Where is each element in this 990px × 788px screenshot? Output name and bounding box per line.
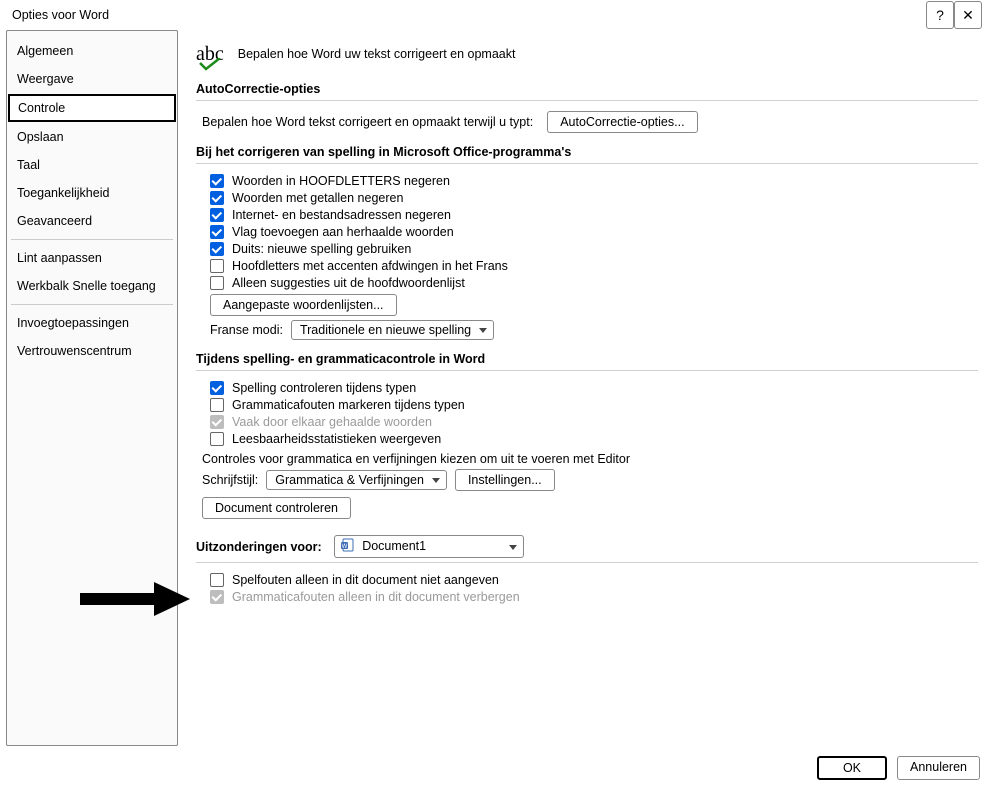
label-french-caps: Hoofdletters met accenten afdwingen in h… [232, 259, 508, 273]
checkbox-french-caps[interactable] [210, 259, 224, 273]
exceptions-document-select[interactable]: W Document1 [334, 535, 524, 558]
sidebar-item-algemeen[interactable]: Algemeen [7, 37, 177, 65]
label-internet: Internet- en bestandsadressen negeren [232, 208, 451, 222]
label-main-dict: Alleen suggesties uit de hoofdwoordenlij… [232, 276, 465, 290]
label-numbers: Woorden met getallen negeren [232, 191, 403, 205]
dialog-footer: OK Annuleren [817, 756, 980, 780]
checkbox-numbers[interactable] [210, 191, 224, 205]
section-autocorrect-title: AutoCorrectie-opties [196, 82, 978, 96]
label-hide-spelling: Spelfouten alleen in dit document niet a… [232, 573, 499, 587]
checkbox-readability[interactable] [210, 432, 224, 446]
title-bar: Opties voor Word ? ✕ [0, 0, 990, 30]
options-sidebar: Algemeen Weergave Controle Opslaan Taal … [6, 30, 178, 746]
content-pane: abc Bepalen hoe Word uw tekst corrigeert… [196, 30, 984, 746]
sidebar-separator [11, 304, 173, 305]
sidebar-item-invoegtoepassingen[interactable]: Invoegtoepassingen [7, 309, 177, 337]
sidebar-item-taal[interactable]: Taal [7, 151, 177, 179]
checkbox-grammar-typing[interactable] [210, 398, 224, 412]
divider [196, 163, 978, 164]
divider [196, 100, 978, 101]
svg-text:W: W [341, 544, 347, 550]
checkbox-german[interactable] [210, 242, 224, 256]
sidebar-item-opslaan[interactable]: Opslaan [7, 123, 177, 151]
ok-button[interactable]: OK [817, 756, 887, 780]
checkbox-repeated[interactable] [210, 225, 224, 239]
check-document-button[interactable]: Document controleren [202, 497, 351, 519]
label-readability: Leesbaarheidsstatistieken weergeven [232, 432, 441, 446]
checkbox-spell-typing[interactable] [210, 381, 224, 395]
help-button[interactable]: ? [926, 1, 954, 29]
settings-button[interactable]: Instellingen... [455, 469, 555, 491]
proofing-icon: abc [196, 44, 224, 64]
checkbox-main-dict[interactable] [210, 276, 224, 290]
section-spelling-office-title: Bij het corrigeren van spelling in Micro… [196, 145, 978, 159]
sidebar-item-weergave[interactable]: Weergave [7, 65, 177, 93]
cancel-button[interactable]: Annuleren [897, 756, 980, 780]
label-german: Duits: nieuwe spelling gebruiken [232, 242, 411, 256]
sidebar-separator [11, 239, 173, 240]
sidebar-item-controle[interactable]: Controle [8, 94, 176, 122]
editor-desc: Controles voor grammatica en verfijninge… [202, 452, 630, 466]
french-modes-select[interactable]: Traditionele en nieuwe spelling [291, 320, 494, 340]
sidebar-item-toegankelijkheid[interactable]: Toegankelijkheid [7, 179, 177, 207]
checkbox-internet[interactable] [210, 208, 224, 222]
intro: abc Bepalen hoe Word uw tekst corrigeert… [196, 44, 978, 64]
checkbox-hide-spelling[interactable] [210, 573, 224, 587]
sidebar-item-geavanceerd[interactable]: Geavanceerd [7, 207, 177, 235]
divider [196, 562, 978, 563]
label-grammar-typing: Grammaticafouten markeren tijdens typen [232, 398, 465, 412]
writing-style-select[interactable]: Grammatica & Verfijningen [266, 470, 447, 490]
label-uppercase: Woorden in HOOFDLETTERS negeren [232, 174, 450, 188]
label-confused-words: Vaak door elkaar gehaalde woorden [232, 415, 432, 429]
window-title: Opties voor Word [8, 8, 926, 22]
intro-text: Bepalen hoe Word uw tekst corrigeert en … [238, 47, 516, 61]
close-button[interactable]: ✕ [954, 1, 982, 29]
sidebar-item-vertrouwenscentrum[interactable]: Vertrouwenscentrum [7, 337, 177, 365]
section-exceptions-title: Uitzonderingen voor: [196, 540, 322, 554]
label-repeated: Vlag toevoegen aan herhaalde woorden [232, 225, 454, 239]
autocorrect-options-button[interactable]: AutoCorrectie-opties... [547, 111, 697, 133]
writing-style-label: Schrijfstijl: [202, 473, 258, 487]
sidebar-item-werkbalk-snelle-toegang[interactable]: Werkbalk Snelle toegang [7, 272, 177, 300]
checkbox-confused-words [210, 415, 224, 429]
document-icon: W [341, 538, 355, 555]
checkbox-hide-grammar [210, 590, 224, 604]
divider [196, 370, 978, 371]
french-modes-label: Franse modi: [210, 323, 283, 337]
autocorrect-desc: Bepalen hoe Word tekst corrigeert en opm… [202, 115, 533, 129]
label-hide-grammar: Grammaticafouten alleen in dit document … [232, 590, 520, 604]
label-spell-typing: Spelling controleren tijdens typen [232, 381, 416, 395]
section-spelling-word-title: Tijdens spelling- en grammaticacontrole … [196, 352, 978, 366]
checkbox-uppercase[interactable] [210, 174, 224, 188]
sidebar-item-lint-aanpassen[interactable]: Lint aanpassen [7, 244, 177, 272]
custom-dictionaries-button[interactable]: Aangepaste woordenlijsten... [210, 294, 397, 316]
